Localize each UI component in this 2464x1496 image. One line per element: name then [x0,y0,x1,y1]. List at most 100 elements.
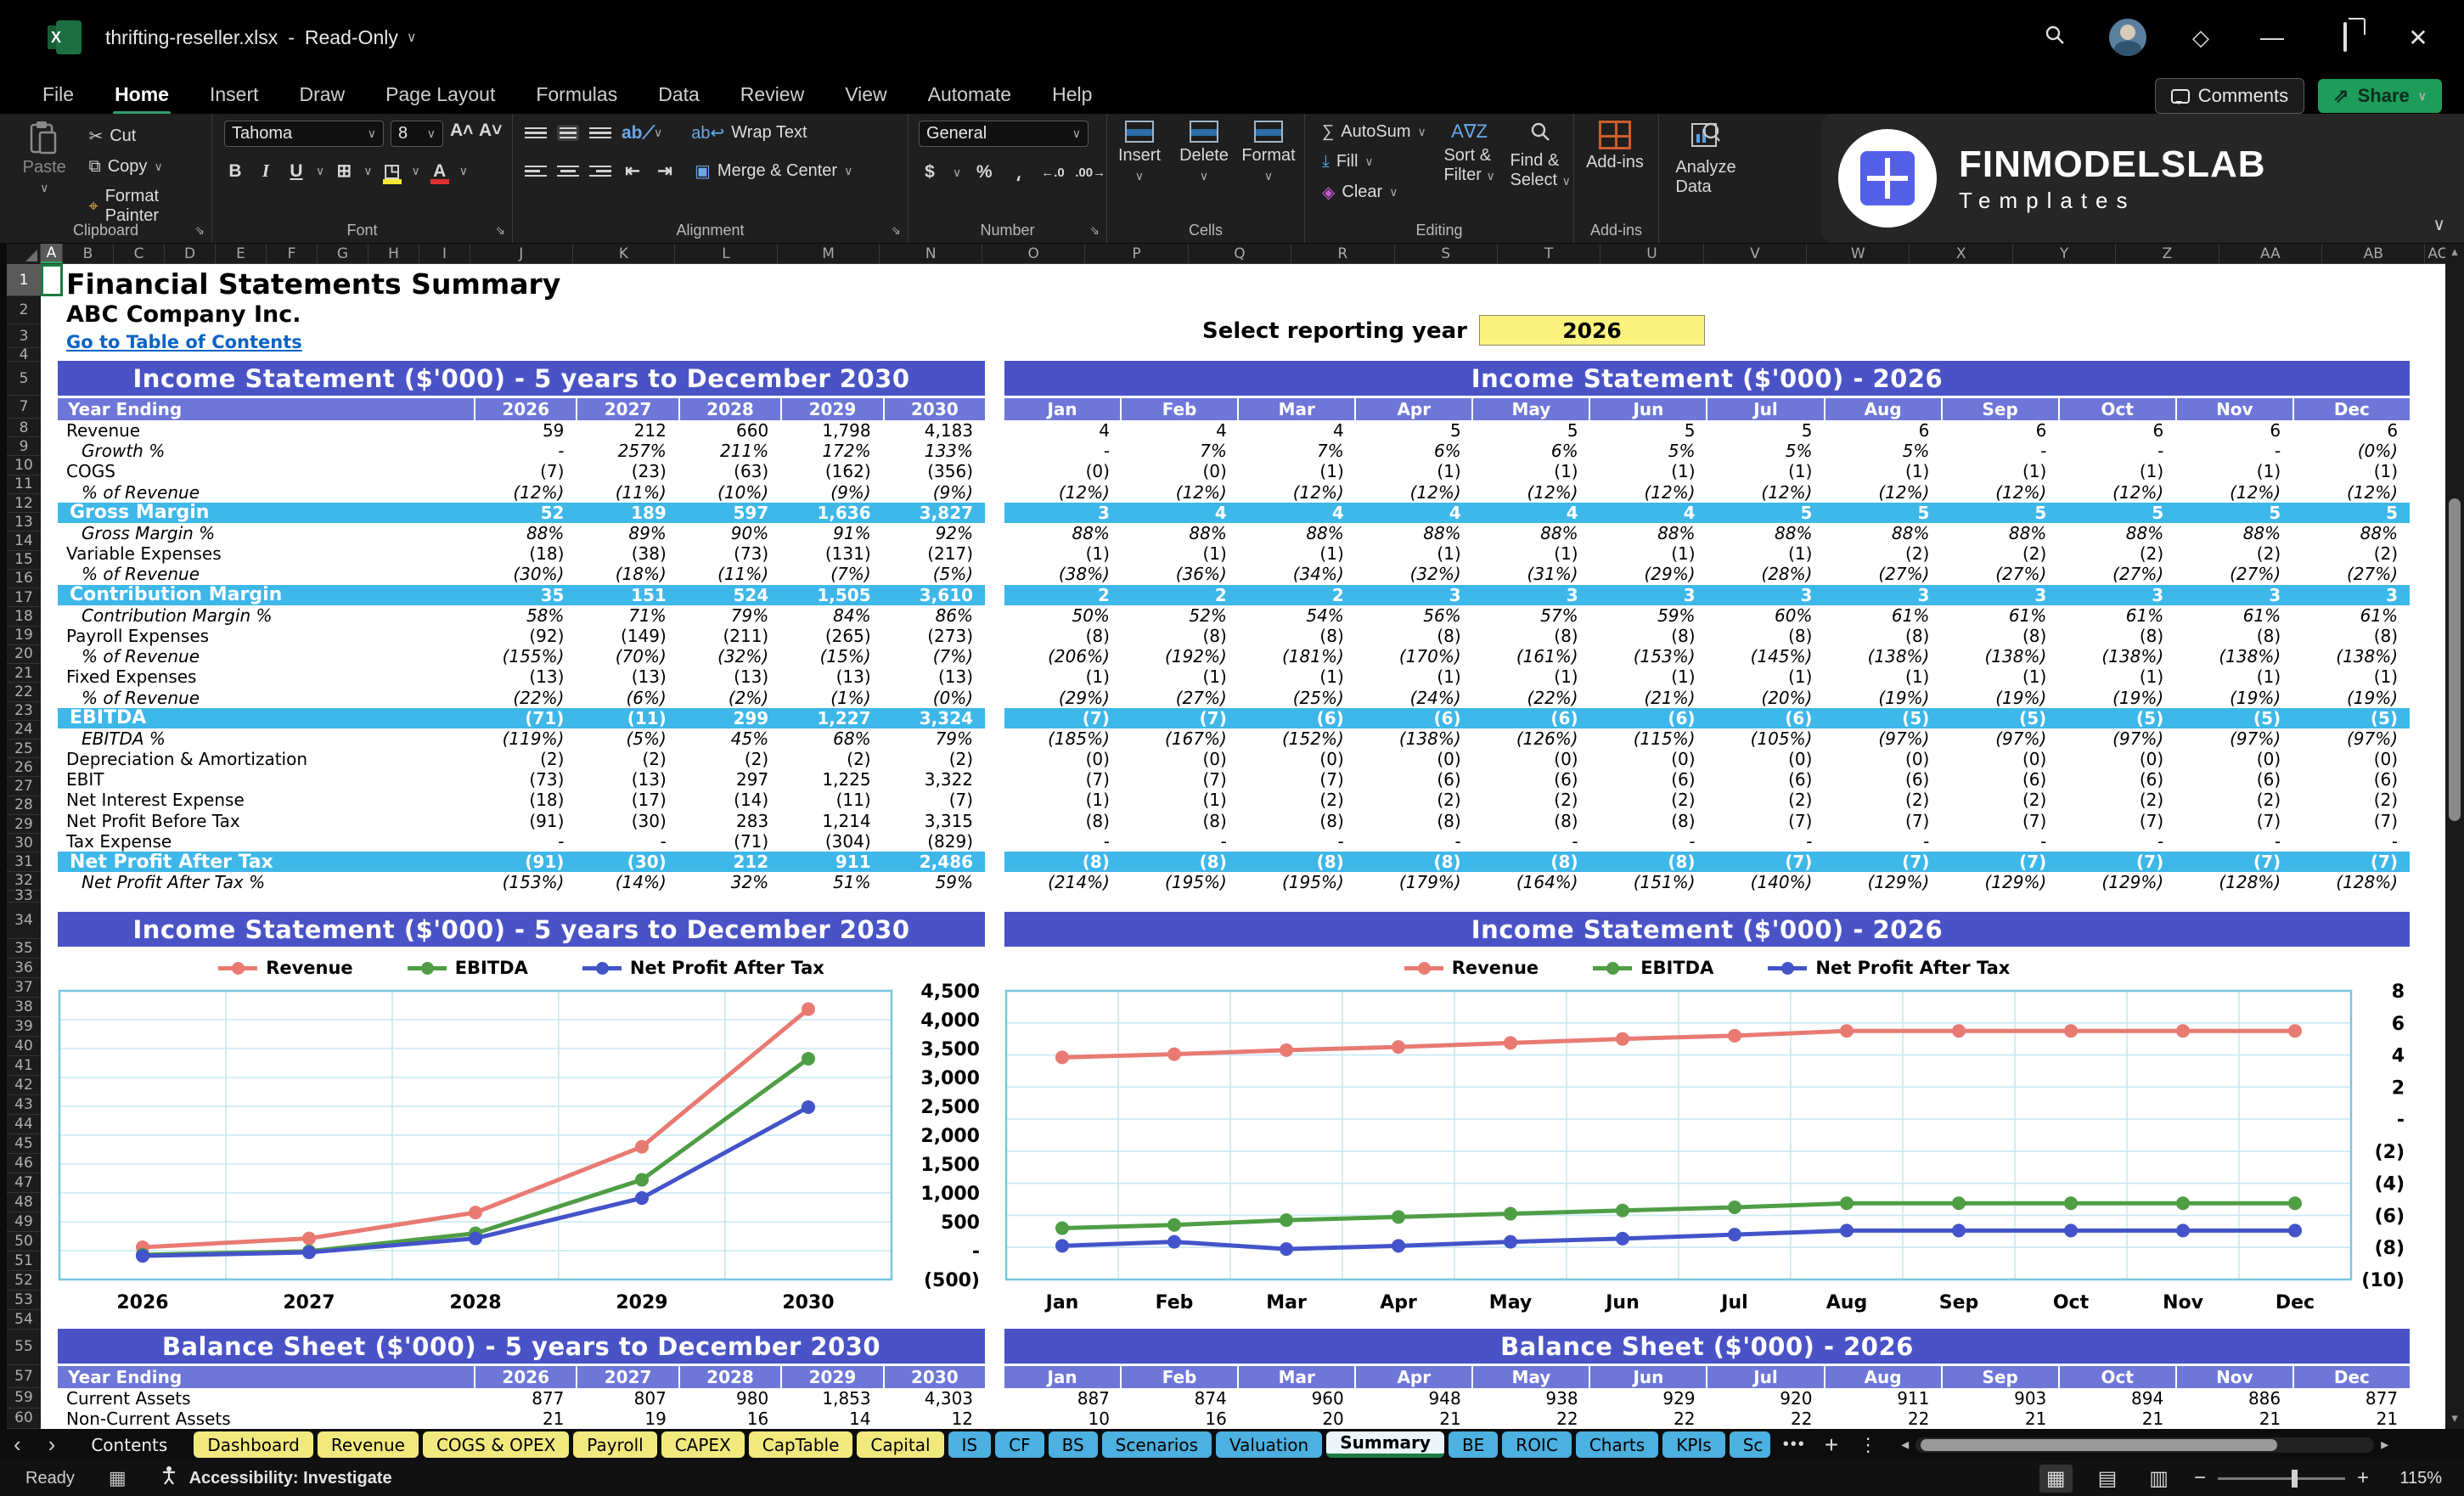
cell[interactable]: 920 [1707,1388,1825,1409]
chevron-down-icon[interactable]: ∨ [407,29,417,46]
cell[interactable]: (13) [576,666,678,687]
cell[interactable]: 211% [678,441,780,461]
ribbon-tab-insert[interactable]: Insert [193,78,276,111]
row-header-5[interactable]: 5 [7,362,41,396]
cell[interactable]: (1) [1590,666,1707,687]
cell[interactable]: 3,315 [883,811,985,831]
find-select-button[interactable]: Find & Select ∨ [1507,121,1573,205]
cell[interactable]: (8) [1122,811,1239,831]
cell[interactable]: (12%) [1122,482,1239,503]
cell[interactable]: 172% [780,441,882,461]
cell[interactable]: (28%) [1707,564,1825,584]
ribbon-tab-automate[interactable]: Automate [911,78,1028,111]
cell[interactable]: 61% [2058,605,2175,626]
column-header-AB[interactable]: AB [2322,244,2426,263]
column-header-W[interactable]: W [1807,244,1910,263]
cell[interactable]: 4 [1473,503,1590,523]
cell[interactable]: (0) [1824,749,1941,769]
alignment-dialog-launcher[interactable]: ⇘ [891,223,901,238]
cell[interactable]: (129%) [1941,872,2058,892]
sheet-tab-dashboard[interactable]: Dashboard [194,1431,313,1458]
cell[interactable]: (6) [1590,769,1707,790]
cell[interactable]: 980 [678,1388,780,1409]
row-header-27[interactable]: 27 [7,777,41,796]
bold-button[interactable]: B [224,161,246,182]
sheet-tab-is[interactable]: IS [948,1431,992,1458]
cell[interactable]: (167%) [1122,728,1239,749]
cell[interactable]: - [1824,831,1941,852]
cell[interactable]: 22 [1824,1409,1941,1429]
cell[interactable]: 903 [1941,1388,2058,1409]
cell[interactable]: (7) [1239,769,1356,790]
cell[interactable]: 3 [1356,585,1473,605]
cell[interactable]: 88% [2175,523,2292,543]
cell[interactable]: 86% [883,605,985,626]
cell[interactable]: 283 [678,811,780,831]
cell[interactable]: (164%) [1473,872,1590,892]
analyze-data-button[interactable]: Analyze Data [1659,121,1752,197]
cell[interactable]: 2 [1004,585,1122,605]
cell[interactable]: (8) [1122,626,1239,646]
cell[interactable]: (6) [1590,708,1707,728]
cell[interactable]: (21%) [1590,688,1707,708]
sheet-tab-capex[interactable]: CAPEX [661,1431,745,1458]
cell[interactable]: - [1941,441,2058,461]
cell[interactable]: 58% [474,605,576,626]
cell[interactable]: (12%) [1941,482,2058,503]
cell[interactable]: (8) [1941,626,2058,646]
cell[interactable]: (12%) [1004,482,1122,503]
sheet-tab-bs[interactable]: BS [1048,1431,1098,1458]
search-icon[interactable] [2039,24,2070,52]
cell[interactable]: (1) [1707,461,1825,481]
comma-style-icon[interactable]: ⸲ [1007,160,1029,184]
row-header-11[interactable]: 11 [7,475,41,494]
cell[interactable]: - [1122,831,1239,852]
clear-button[interactable]: ◈ Clear ∨ [1317,180,1432,205]
cell[interactable]: (30) [576,852,678,872]
cell[interactable]: (8) [1004,626,1122,646]
cell[interactable]: 22 [1473,1409,1590,1429]
cell[interactable]: 59% [1590,605,1707,626]
cell[interactable]: (8) [2292,626,2410,646]
cell[interactable]: 960 [1239,1388,1356,1409]
cell[interactable]: 90% [678,523,780,543]
cell[interactable]: (97%) [2292,728,2410,749]
cell[interactable]: (18) [474,790,576,810]
cell[interactable]: 5 [2058,503,2175,523]
cell[interactable]: (2) [678,749,780,769]
cell[interactable]: (8) [1473,852,1590,872]
font-color-button[interactable]: A [429,161,451,184]
cell[interactable]: 1,798 [780,420,882,441]
row-header-28[interactable]: 28 [7,796,41,815]
fill-color-button[interactable]: ◳ [381,160,403,184]
cell[interactable]: (9%) [883,482,985,503]
cell[interactable]: (2) [2292,790,2410,810]
cell[interactable]: (1) [2292,461,2410,481]
cell[interactable]: (7) [1004,708,1122,728]
cell[interactable]: (5%) [883,564,985,584]
cell[interactable]: (19%) [1824,688,1941,708]
row-header-49[interactable]: 49 [7,1212,41,1232]
cell[interactable]: - [576,831,678,852]
cell[interactable]: (138%) [1824,646,1941,666]
cell[interactable]: (2) [1824,543,1941,564]
sheet-tab-valuation[interactable]: Valuation [1216,1431,1323,1458]
cell[interactable]: 4 [1122,420,1239,441]
cell[interactable]: 5 [1707,420,1825,441]
cell[interactable]: (145%) [1707,646,1825,666]
cell[interactable]: (7) [2292,811,2410,831]
row-label[interactable]: Fixed Expenses [58,666,474,687]
row-label[interactable]: % of Revenue [58,482,474,503]
cell[interactable]: (97%) [1824,728,1941,749]
cell[interactable]: (97%) [2175,728,2292,749]
cell[interactable]: (0) [1004,461,1122,481]
cell[interactable]: (7) [2292,852,2410,872]
row-header-33[interactable]: 33 [7,887,41,904]
sheet-tab-charts[interactable]: Charts [1575,1431,1659,1458]
cell[interactable]: (30%) [474,564,576,584]
cell[interactable]: (7) [1824,811,1941,831]
cell[interactable]: (6) [1824,769,1941,790]
cell[interactable]: (36%) [1122,564,1239,584]
decrease-decimal-icon[interactable]: .00→ [1075,166,1105,180]
cell[interactable]: 16 [678,1409,780,1429]
